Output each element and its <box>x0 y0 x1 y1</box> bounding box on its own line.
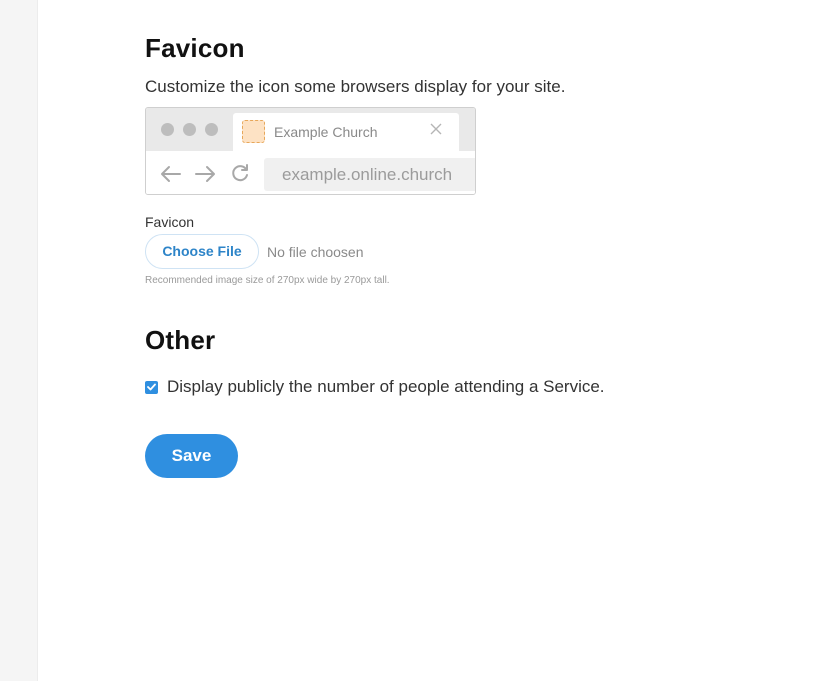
attendance-checkbox-label[interactable]: Display publicly the number of people at… <box>167 377 605 397</box>
browser-preview: Example Church example.online.church <box>145 107 476 195</box>
file-status-text: No file choosen <box>267 244 364 260</box>
favicon-description: Customize the icon some browsers display… <box>145 77 566 96</box>
favicon-placeholder-icon <box>242 120 265 143</box>
window-dot-icon <box>205 123 218 136</box>
favicon-field-label: Favicon <box>145 214 195 230</box>
browser-tab: Example Church <box>233 113 459 151</box>
window-dot-icon <box>183 123 196 136</box>
favicon-section-title: Favicon <box>145 33 245 63</box>
image-size-hint: Recommended image size of 270px wide by … <box>145 275 390 286</box>
close-icon <box>430 123 442 135</box>
window-controls <box>161 123 218 136</box>
save-button[interactable]: Save <box>145 434 238 478</box>
browser-tab-bar: Example Church <box>146 108 475 151</box>
other-section-title: Other <box>145 325 216 355</box>
reload-icon <box>232 164 248 182</box>
browser-nav-row: example.online.church <box>146 151 475 194</box>
forward-arrow-icon <box>195 166 215 182</box>
attendance-checkbox[interactable] <box>145 380 158 394</box>
tab-title: Example Church <box>274 124 378 140</box>
window-dot-icon <box>161 123 174 136</box>
checkmark-icon <box>147 383 156 391</box>
back-arrow-icon <box>161 166 181 182</box>
attendance-option-row[interactable]: Display publicly the number of people at… <box>145 377 605 397</box>
address-bar-url: example.online.church <box>282 165 453 184</box>
choose-file-button[interactable]: Choose File <box>145 234 259 269</box>
left-sidebar-rail <box>0 0 38 681</box>
address-bar: example.online.church <box>264 158 475 191</box>
